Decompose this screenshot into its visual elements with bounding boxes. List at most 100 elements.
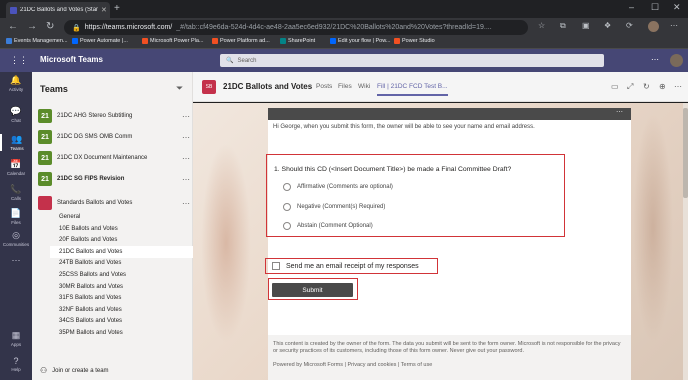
- star-icon[interactable]: ☆: [538, 21, 545, 30]
- bookmark-item[interactable]: Power Studio: [394, 38, 435, 44]
- tab-forms-fill[interactable]: Fill | 21DC FCD Test B...: [377, 83, 448, 96]
- app-launcher-icon[interactable]: ⋮⋮: [10, 55, 28, 66]
- search-input[interactable]: 🔍 Search: [220, 54, 604, 67]
- rail-item-[interactable]: ⋯: [0, 255, 32, 267]
- rail-item-apps[interactable]: ▦ Apps: [0, 330, 32, 347]
- new-tab-icon[interactable]: +: [114, 3, 120, 14]
- phone-icon: 📞: [10, 184, 22, 194]
- bookmark-label: Events Managemen...: [14, 38, 68, 44]
- channel-item[interactable]: 25CSS Ballots and Votes: [57, 269, 192, 281]
- radio-button[interactable]: [283, 183, 291, 191]
- channel-item[interactable]: 30MR Ballots and Votes: [57, 281, 192, 293]
- team-more-icon[interactable]: ⋯: [182, 154, 190, 163]
- channel-item[interactable]: General: [57, 211, 192, 223]
- filter-icon[interactable]: ⏷: [176, 83, 183, 94]
- radio-button[interactable]: [283, 203, 291, 211]
- favorites-icon[interactable]: ❖: [604, 21, 611, 30]
- team-more-icon[interactable]: ⋯: [182, 133, 190, 142]
- extensions-icon[interactable]: ⧉: [560, 21, 566, 31]
- scrollbar-thumb[interactable]: [683, 108, 688, 198]
- email-receipt-checkbox[interactable]: Send me an email receipt of my responses: [272, 262, 419, 270]
- rail-item-files[interactable]: 📄 Files: [0, 208, 32, 225]
- option-negative[interactable]: Negative (Comment(s) Required): [283, 203, 385, 211]
- option-abstain[interactable]: Abstain (Comment Optional): [283, 222, 373, 230]
- expand-icon[interactable]: ⤢: [627, 82, 633, 92]
- team-more-icon[interactable]: ⋯: [182, 112, 190, 121]
- url-host: https://teams.microsoft.com/: [84, 24, 173, 31]
- minimize-icon[interactable]: –: [629, 2, 634, 12]
- team-item[interactable]: 21 21DC SG FIPS Revision ⋯: [38, 169, 190, 189]
- collections-icon[interactable]: ▣: [582, 21, 590, 30]
- bookmark-item[interactable]: Microsoft Power Pla...: [142, 38, 204, 44]
- tab-posts[interactable]: Posts: [316, 83, 332, 90]
- team-item[interactable]: 21 21DC DG SMS OMB Comm ⋯: [38, 127, 190, 147]
- bookmarks-bar: Events Managemen... Power Automate |... Mi…: [0, 37, 688, 49]
- tab-files[interactable]: Files: [338, 83, 352, 90]
- team-item[interactable]: 21 21DC DX Document Maintenance ⋯: [38, 148, 190, 168]
- rail-item-label: Teams: [10, 146, 24, 151]
- maximize-icon[interactable]: ☐: [651, 2, 659, 13]
- rail-item-help[interactable]: ? Help: [0, 356, 32, 372]
- radio-button[interactable]: [283, 222, 291, 230]
- microsoft-icon: [142, 38, 148, 44]
- channel-item[interactable]: 21DC Ballots and Votes: [50, 245, 195, 258]
- channel-item[interactable]: 20F Ballots and Votes: [57, 234, 192, 246]
- browser-tab[interactable]: 21DC Ballots and Votes (Standard ✕: [6, 2, 110, 18]
- channel-item[interactable]: 10E Ballots and Votes: [57, 223, 192, 235]
- tab-wiki[interactable]: Wiki: [358, 83, 370, 90]
- profile-avatar[interactable]: [648, 21, 659, 32]
- rail-item-activity[interactable]: 🔔 Activity: [0, 75, 32, 92]
- sync-icon[interactable]: ⟳: [626, 21, 633, 30]
- refresh-icon[interactable]: ↻: [643, 82, 650, 91]
- channel-team-badge: SB: [202, 80, 216, 94]
- close-tab-icon[interactable]: ✕: [101, 6, 107, 14]
- footer-powered-by[interactable]: Powered by Microsoft Forms | Privacy and…: [273, 362, 625, 369]
- channel-item[interactable]: 31FS Ballots and Votes: [57, 292, 192, 304]
- team-item[interactable]: Standards Ballots and Votes ⋯: [38, 193, 190, 213]
- team-more-icon[interactable]: ⋯: [182, 199, 190, 208]
- rail-item-label: Activity: [8, 87, 24, 92]
- bookmark-item[interactable]: Power Platform ad...: [212, 38, 270, 44]
- submit-button[interactable]: Submit: [272, 283, 353, 297]
- menu-icon[interactable]: ⋯: [670, 21, 678, 30]
- forward-icon[interactable]: →: [27, 21, 37, 32]
- address-bar[interactable]: 🔒 https://teams.microsoft.com/_#/tab::cf…: [64, 20, 528, 35]
- rail-item-teams[interactable]: 👥 Teams: [0, 134, 32, 151]
- option-affirmative[interactable]: Affirmative (Comments are optional): [283, 183, 393, 191]
- option-label: Affirmative (Comments are optional): [297, 184, 393, 190]
- channel-item[interactable]: 32NF Ballots and Votes: [57, 304, 192, 316]
- apps-icon: ▦: [11, 330, 21, 340]
- rail-item-calls[interactable]: 📞 Calls: [0, 184, 32, 201]
- join-create-team-button[interactable]: ⚇ Join or create a team: [40, 366, 109, 375]
- bookmark-item[interactable]: Power Automate |...: [72, 38, 128, 44]
- channel-item[interactable]: 24TB Ballots and Votes: [57, 257, 192, 269]
- power-automate-icon: [330, 38, 336, 44]
- rail-item-communities[interactable]: ◎ Communities: [0, 230, 32, 247]
- team-item[interactable]: 21 21DC AHG Stereo Subtitling ⋯: [38, 106, 190, 126]
- avatar[interactable]: [670, 54, 683, 67]
- more-options-icon[interactable]: ⋯: [651, 55, 659, 64]
- rail-item-calendar[interactable]: 📅 Calendar: [0, 159, 32, 176]
- bookmark-label: SharePoint: [288, 38, 316, 44]
- more-icon: ⋯: [11, 255, 21, 265]
- channel-item[interactable]: 34CS Ballots and Votes: [57, 315, 192, 327]
- rail-item-chat[interactable]: 💬 Chat: [0, 106, 32, 123]
- conversation-icon[interactable]: ▭: [611, 82, 619, 91]
- team-more-icon[interactable]: ⋯: [182, 175, 190, 184]
- bookmark-item[interactable]: SharePoint: [280, 38, 315, 44]
- back-icon[interactable]: ←: [8, 21, 18, 32]
- form-more-icon[interactable]: ⋯: [616, 109, 623, 116]
- channel-item[interactable]: 35PM Ballots and Votes: [57, 327, 192, 339]
- bookmark-item[interactable]: Events Managemen...: [6, 38, 68, 44]
- browser-tab-title: 21DC Ballots and Votes (Standard: [20, 7, 98, 13]
- teams-sidebar: Teams ⏷ 21 21DC AHG Stereo Subtitling ⋯ 21 2…: [32, 72, 215, 380]
- close-window-icon[interactable]: ✕: [673, 2, 681, 13]
- more-icon[interactable]: ⋯: [674, 82, 682, 91]
- bookmark-item[interactable]: Edit your flow | Pow...: [330, 38, 390, 44]
- globe-icon[interactable]: ⊕: [659, 82, 666, 91]
- team-avatar-icon: [38, 196, 52, 210]
- reload-icon[interactable]: ↻: [46, 21, 54, 32]
- question-title: 1. Should this CD (<Insert Document Titl…: [274, 166, 512, 173]
- checkbox[interactable]: [272, 262, 280, 270]
- team-avatar-icon: 21: [38, 151, 52, 165]
